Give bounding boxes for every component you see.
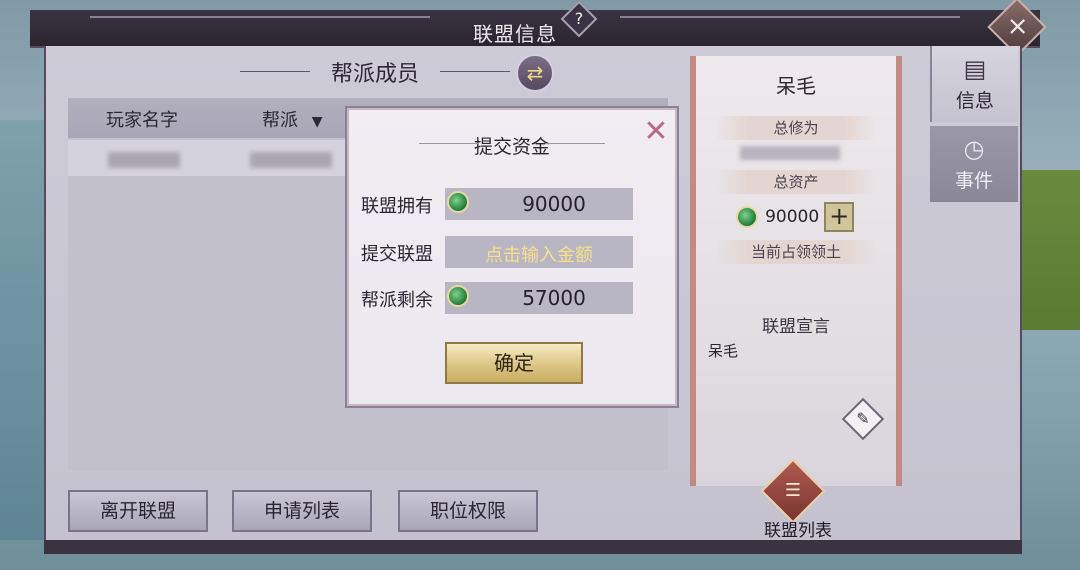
jade-currency-icon bbox=[447, 285, 469, 307]
application-list-button[interactable]: 申请列表 bbox=[232, 490, 372, 532]
window-title: 联盟信息 bbox=[473, 22, 557, 46]
alliance-owned-label: 联盟拥有 bbox=[361, 196, 433, 217]
submit-to-alliance-label: 提交联盟 bbox=[361, 244, 433, 265]
amount-input-placeholder: 点击输入金额 bbox=[485, 245, 593, 266]
jade-currency-icon bbox=[736, 206, 758, 228]
dialog-title: 提交资金 bbox=[473, 136, 550, 158]
blurred-player-name bbox=[108, 152, 180, 168]
alliance-owned-field: 90000 bbox=[445, 188, 633, 220]
alliance-list-button[interactable]: ☰ 联盟列表 bbox=[758, 458, 836, 541]
header-line-right bbox=[440, 71, 510, 72]
add-funds-button[interactable]: + bbox=[824, 202, 855, 232]
dialog-header: 提交资金 bbox=[349, 132, 675, 159]
gang-remaining-value: 57000 bbox=[522, 286, 586, 310]
territory-label: 当前占领领土 bbox=[716, 240, 876, 264]
total-assets-value: 90000 bbox=[765, 207, 820, 227]
title-bar: 联盟信息 bbox=[30, 10, 1040, 48]
total-assets-row: 90000 + bbox=[736, 202, 855, 232]
column-player-name: 玩家名字 bbox=[106, 110, 178, 131]
declaration-text: 呆毛 bbox=[708, 342, 739, 360]
gang-remaining-label: 帮派剩余 bbox=[361, 290, 433, 311]
swap-icon: ⇄ bbox=[526, 61, 544, 85]
gang-remaining-field: 57000 bbox=[445, 282, 633, 314]
dialog-title-line-left bbox=[419, 143, 479, 144]
members-section-header: 帮派成员 bbox=[230, 56, 520, 87]
alliance-name: 呆毛 bbox=[776, 74, 816, 98]
question-icon: ? bbox=[574, 9, 584, 28]
tab-info-label: 信息 bbox=[955, 90, 994, 112]
bottom-frame bbox=[44, 540, 1022, 554]
dropdown-arrow-icon: ▼ bbox=[311, 114, 323, 130]
alliance-info-banner: 呆毛 总修为 总资产 90000 + 当前占领领土 联盟宣言 呆毛 ✎ bbox=[690, 56, 902, 486]
clock-icon: ◷ bbox=[963, 135, 985, 163]
pencil-icon: ✎ bbox=[856, 409, 870, 428]
confirm-button[interactable]: 确定 bbox=[445, 342, 583, 384]
tab-events[interactable]: ◷ 事件 bbox=[930, 126, 1018, 202]
close-icon: × bbox=[1006, 11, 1029, 42]
total-cultivation-label: 总修为 bbox=[716, 116, 876, 140]
dialog-title-line-right bbox=[545, 143, 605, 144]
blurred-gang-name bbox=[250, 152, 332, 168]
tab-events-label: 事件 bbox=[954, 170, 993, 192]
submit-funds-dialog: ✕ 提交资金 联盟拥有 90000 提交联盟 点击输入金额 帮派剩余 57000… bbox=[347, 108, 677, 406]
members-section-title: 帮派成员 bbox=[330, 62, 419, 87]
column-gang-label: 帮派 bbox=[262, 110, 298, 131]
position-permissions-button[interactable]: 职位权限 bbox=[398, 490, 538, 532]
blurred-cultivation-value bbox=[740, 146, 840, 160]
list-icon: ☰ bbox=[784, 480, 802, 501]
amount-input[interactable]: 点击输入金额 bbox=[445, 236, 633, 268]
column-gang-sort[interactable]: 帮派 ▼ bbox=[262, 106, 323, 132]
tab-info[interactable]: ▤ 信息 bbox=[930, 46, 1018, 122]
alliance-owned-value: 90000 bbox=[522, 192, 586, 216]
declaration-title: 联盟宣言 bbox=[762, 317, 830, 337]
swap-view-button[interactable]: ⇄ bbox=[516, 54, 554, 92]
edit-declaration-button[interactable]: ✎ bbox=[841, 397, 885, 441]
total-assets-label: 总资产 bbox=[716, 170, 876, 194]
document-icon: ▤ bbox=[963, 55, 987, 83]
plus-icon: + bbox=[829, 202, 850, 230]
header-line-left bbox=[240, 71, 310, 72]
leave-alliance-button[interactable]: 离开联盟 bbox=[68, 490, 208, 532]
alliance-list-emblem: ☰ bbox=[760, 458, 826, 524]
alliance-list-label: 联盟列表 bbox=[764, 521, 832, 541]
jade-currency-icon bbox=[447, 191, 469, 213]
